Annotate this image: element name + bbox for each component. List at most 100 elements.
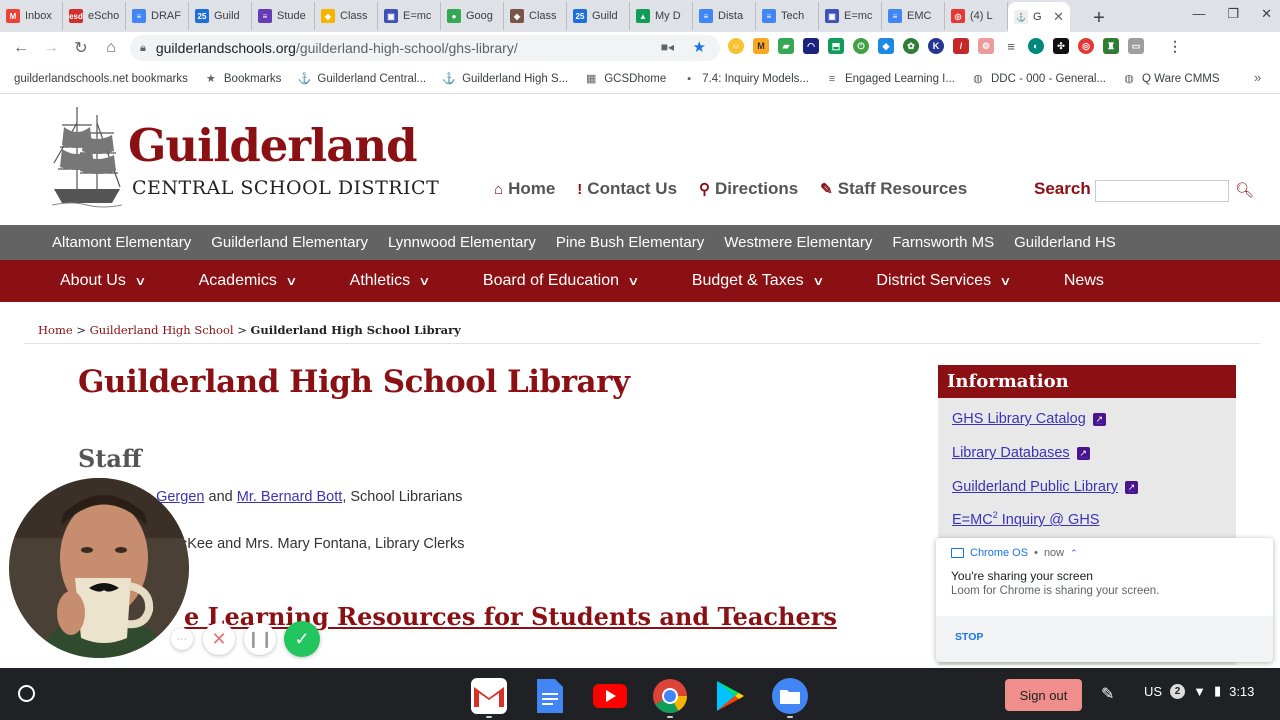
browser-tab[interactable]: M Inbox xyxy=(0,2,63,30)
bookmark-item[interactable]: ◍ DDC - 000 - General... xyxy=(971,72,1106,86)
chevron-up-icon[interactable]: ⌃ xyxy=(1070,548,1078,559)
bookmarks-overflow-icon[interactable]: » xyxy=(1254,70,1261,85)
browser-tab-active[interactable]: ⚓ G ✕ xyxy=(1008,2,1070,32)
extension-icon[interactable]: ◐ xyxy=(1028,38,1044,54)
top-nav-staff-resources[interactable]: ✎ Staff Resources xyxy=(820,179,967,199)
school-link[interactable]: Lynnwood Elementary xyxy=(388,234,536,251)
browser-tab[interactable]: ● Goog xyxy=(441,2,504,30)
school-link[interactable]: Guilderland Elementary xyxy=(211,234,368,251)
extension-icon[interactable]: ⏻ xyxy=(853,38,869,54)
extension-icon[interactable]: ♜ xyxy=(1103,38,1119,54)
school-link[interactable]: Pine Bush Elementary xyxy=(556,234,704,251)
sidebar-link[interactable]: GHS Library Catalog ↗ xyxy=(952,411,1106,427)
loom-pause-icon[interactable]: ❙❙ xyxy=(244,623,276,655)
youtube-app-icon[interactable] xyxy=(592,678,628,714)
reload-icon[interactable]: ↻ xyxy=(66,38,96,58)
breadcrumb-school[interactable]: Guilderland High School xyxy=(90,323,234,337)
school-link[interactable]: Guilderland HS xyxy=(1014,234,1116,251)
browser-tab[interactable]: ◎ (4) L xyxy=(945,2,1008,30)
breadcrumb-home[interactable]: Home xyxy=(38,323,73,337)
extension-icon[interactable]: / xyxy=(953,38,969,54)
loom-extension-icon[interactable]: ◎ xyxy=(1078,38,1094,54)
camera-icon[interactable]: ■◂ xyxy=(661,40,674,54)
gmail-app-icon[interactable] xyxy=(471,678,507,714)
bookmark-item[interactable]: ▪ 7.4: Inquiry Models... xyxy=(682,72,809,86)
browser-tab[interactable]: ≡ Dista xyxy=(693,2,756,30)
browser-tab[interactable]: ≡ Tech xyxy=(756,2,819,30)
top-nav-home[interactable]: ⌂ Home xyxy=(494,179,555,199)
bookmark-item[interactable]: ≡ Engaged Learning I... xyxy=(825,72,955,86)
extension-icon[interactable]: ⚙ xyxy=(978,38,994,54)
ship-logo-icon[interactable] xyxy=(52,103,122,209)
browser-tab[interactable]: 25 Guild xyxy=(567,2,630,30)
extension-icon[interactable]: ◠ xyxy=(803,38,819,54)
resources-heading[interactable]: e Learning Resources for Students and Te… xyxy=(184,602,837,631)
address-bar[interactable]: 🔒︎ guilderlandschools.org/guilderland-hi… xyxy=(130,35,720,61)
menu-kebab-icon[interactable]: ⋮ xyxy=(1167,38,1183,54)
sign-out-button[interactable]: Sign out xyxy=(1005,679,1082,711)
main-nav-item[interactable]: Athletics ∨ xyxy=(350,272,431,290)
bookmark-star-icon[interactable]: ★ xyxy=(693,38,706,56)
bookmark-item[interactable]: ★ Bookmarks xyxy=(204,72,281,86)
main-nav-item[interactable]: Budget & Taxes ∨ xyxy=(692,272,824,290)
new-tab-icon[interactable]: + xyxy=(1084,4,1114,32)
extension-icon[interactable]: ≡ xyxy=(1003,38,1019,54)
loom-finish-icon[interactable]: ✓ xyxy=(284,621,320,657)
browser-tab[interactable]: ▣ E=mc xyxy=(378,2,441,30)
sidebar-link-inquiry[interactable]: E=MC2 Inquiry @ GHS xyxy=(952,510,1099,528)
extension-icon[interactable]: ⬒ xyxy=(828,38,844,54)
sidebar-link[interactable]: Guilderland Public Library ↗ xyxy=(952,479,1139,495)
librarian-link-2[interactable]: Mr. Bernard Bott xyxy=(237,489,343,505)
school-link[interactable]: Westmere Elementary xyxy=(724,234,872,251)
docs-app-icon[interactable] xyxy=(532,678,568,714)
browser-tab[interactable]: ▣ E=mc xyxy=(819,2,882,30)
browser-tab[interactable]: ◆ Class xyxy=(315,2,378,30)
extension-icon[interactable]: ✣ xyxy=(1053,38,1069,54)
site-logo-title[interactable]: Guilderland xyxy=(128,119,418,172)
loom-cancel-icon[interactable]: ✕ xyxy=(203,623,235,655)
home-button-icon[interactable]: ⌂ xyxy=(96,39,126,57)
sidebar-link[interactable]: Library Databases ↗ xyxy=(952,445,1090,461)
files-app-icon[interactable] xyxy=(772,678,808,714)
bookmark-item[interactable]: ◍ Q Ware CMMS xyxy=(1122,72,1219,86)
chrome-app-icon[interactable] xyxy=(652,678,688,714)
screen-share-notification[interactable]: Chrome OS • now ⌃ You're sharing your sc… xyxy=(936,538,1273,662)
browser-tab[interactable]: ≡ Stude xyxy=(252,2,315,30)
play-store-app-icon[interactable] xyxy=(712,678,748,714)
extension-icon[interactable]: K xyxy=(928,38,944,54)
search-icon[interactable]: 🔍︎ xyxy=(1235,181,1254,199)
lock-icon[interactable]: 🔒︎ xyxy=(140,42,146,55)
back-icon[interactable]: ← xyxy=(6,39,36,57)
close-tab-icon[interactable]: ✕ xyxy=(1053,9,1064,25)
browser-tab[interactable]: 25 Guild xyxy=(189,2,252,30)
close-window-icon[interactable]: ✕ xyxy=(1261,6,1272,22)
loom-camera-bubble[interactable] xyxy=(9,478,189,658)
school-link[interactable]: Farnsworth MS xyxy=(892,234,994,251)
school-link[interactable]: Altamont Elementary xyxy=(52,234,191,251)
bookmark-item[interactable]: ⚓ Guilderland Central... xyxy=(297,72,427,86)
extension-icon[interactable]: M xyxy=(753,38,769,54)
site-logo-subtitle[interactable]: CENTRAL SCHOOL DISTRICT xyxy=(132,177,439,199)
bookmark-item[interactable]: ⚓ Guilderland High S... xyxy=(442,72,568,86)
browser-tab[interactable]: ▲ My D xyxy=(630,2,693,30)
browser-tab[interactable]: ◆ Class xyxy=(504,2,567,30)
main-nav-item[interactable]: Board of Education ∨ xyxy=(483,272,640,290)
main-nav-item[interactable]: About Us ∨ xyxy=(60,272,146,290)
main-nav-item[interactable]: District Services ∨ xyxy=(876,272,1011,290)
loom-more-icon[interactable]: ⋯ xyxy=(171,628,193,650)
site-search-input[interactable] xyxy=(1095,180,1229,202)
top-nav-directions[interactable]: ⚲ Directions xyxy=(699,179,798,199)
browser-tab[interactable]: esd eScho xyxy=(63,2,126,30)
browser-tab[interactable]: ≡ DRAF xyxy=(126,2,189,30)
system-tray[interactable]: US 2 ▼ ▮ 3:13 xyxy=(1144,683,1254,699)
extension-icon[interactable]: ▰ xyxy=(778,38,794,54)
browser-tab[interactable]: ≡ EMC xyxy=(882,2,945,30)
extension-icon[interactable]: ✿ xyxy=(903,38,919,54)
extension-icon[interactable]: ☺ xyxy=(728,38,744,54)
stop-sharing-button[interactable]: STOP xyxy=(955,631,983,643)
main-nav-item[interactable]: Academics ∨ xyxy=(199,272,298,290)
restore-icon[interactable]: ❐ xyxy=(1227,6,1239,22)
forward-icon[interactable]: → xyxy=(36,39,66,57)
top-nav-contact-us[interactable]: ! Contact Us xyxy=(577,179,677,199)
bookmark-item[interactable]: guilderlandschools.net bookmarks xyxy=(14,73,188,85)
